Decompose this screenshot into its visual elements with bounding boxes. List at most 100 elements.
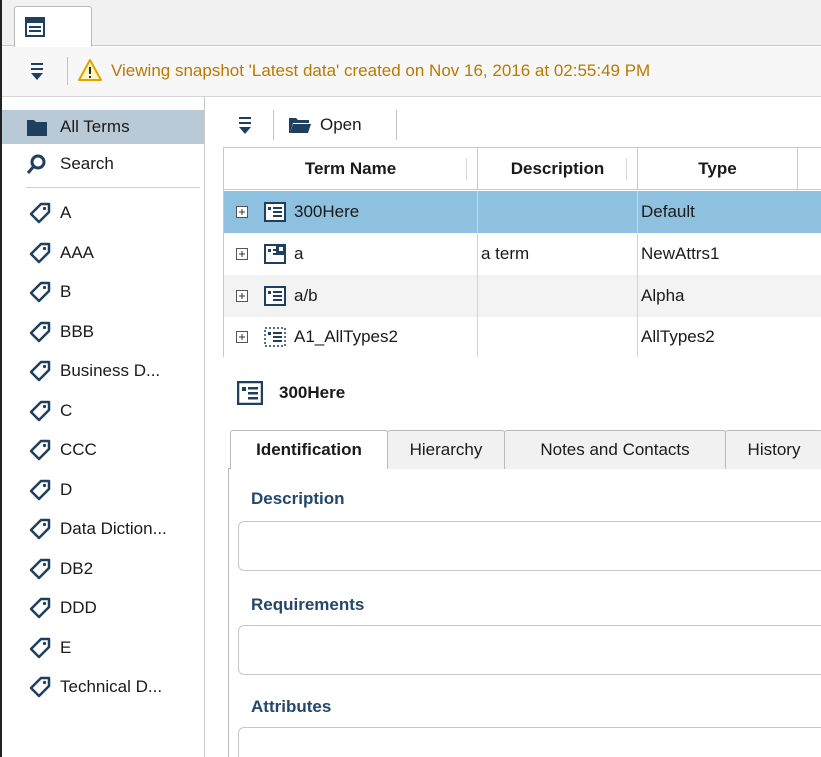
identification-panel: Description Requirements Attributes xyxy=(228,469,821,757)
tag-icon xyxy=(29,242,51,264)
term-name: A1_AllTypes2 xyxy=(294,327,398,346)
description-cell: a term xyxy=(478,233,638,275)
column-header-label: Description xyxy=(510,159,605,178)
detail-title: 300Here xyxy=(279,383,346,402)
open-folder-icon xyxy=(289,118,311,133)
column-header-label: Term Name xyxy=(304,159,397,178)
sidebar-item-search[interactable]: Search xyxy=(2,147,204,181)
tag-icon xyxy=(29,597,51,619)
tag-label: Data Diction... xyxy=(60,519,167,538)
table-row[interactable]: a a term NewAttrs1 xyxy=(224,233,821,275)
description-cell xyxy=(478,317,638,357)
table-row[interactable]: a/b Alpha xyxy=(224,275,821,317)
sidebar-tag-item[interactable]: B xyxy=(2,275,204,309)
tag-label: DB2 xyxy=(60,559,94,578)
glossary-view-icon xyxy=(25,17,45,37)
type-cell: Default xyxy=(638,191,821,233)
sidebar-divider xyxy=(26,187,200,188)
sidebar-tag-item[interactable]: AAA xyxy=(2,236,204,270)
sidebar-tag-item[interactable]: D xyxy=(2,473,204,507)
tag-label: BBB xyxy=(60,322,95,341)
type-text: Default xyxy=(641,202,695,221)
sidebar-tag-item[interactable]: CCC xyxy=(2,433,204,467)
expand-icon[interactable] xyxy=(236,206,248,218)
snapshot-bar: Viewing snapshot 'Latest data' created o… xyxy=(2,47,821,97)
description-section-label: Description xyxy=(251,489,345,508)
menu-icon[interactable] xyxy=(30,60,44,82)
terms-toolbar: Open xyxy=(206,104,821,146)
open-button[interactable]: Open xyxy=(284,110,366,140)
term-name-cell: A1_AllTypes2 xyxy=(224,317,478,357)
view-tab-strip xyxy=(2,0,821,47)
term-icon xyxy=(264,202,286,222)
sidebar-tag-item[interactable]: C xyxy=(2,394,204,428)
tag-icon xyxy=(29,637,51,659)
term-name: 300Here xyxy=(294,202,360,221)
type-text: Alpha xyxy=(641,286,685,305)
tab-history[interactable]: History xyxy=(725,430,821,470)
type-text: AllTypes2 xyxy=(641,327,715,346)
glossary-view-tab[interactable] xyxy=(14,6,92,47)
description-cell xyxy=(478,275,638,317)
attributes-field[interactable] xyxy=(238,727,821,757)
search-icon xyxy=(26,154,46,174)
column-header-type[interactable]: Type xyxy=(638,148,798,190)
term-locked-icon xyxy=(264,244,286,264)
sidebar-item-all-terms[interactable]: All Terms xyxy=(2,110,204,144)
requirements-field[interactable] xyxy=(238,625,821,675)
table-row[interactable]: A1_AllTypes2 AllTypes2 xyxy=(224,317,821,357)
toolbar-separator xyxy=(67,57,68,85)
column-resize-handle[interactable] xyxy=(466,158,467,180)
tag-label: E xyxy=(60,638,72,657)
tag-label: B xyxy=(60,282,72,301)
type-cell: AllTypes2 xyxy=(638,317,821,357)
detail-tabs: Identification Hierarchy Notes and Conta… xyxy=(228,430,821,470)
tab-label: Notes and Contacts xyxy=(540,440,690,459)
sidebar-tag-item[interactable]: DB2 xyxy=(2,552,204,586)
sidebar-tag-item[interactable]: Technical D... xyxy=(2,670,204,704)
description-text: a term xyxy=(481,244,530,263)
sidebar-tag-item[interactable]: DDD xyxy=(2,591,204,625)
tag-icon xyxy=(29,400,51,422)
sidebar-tag-item[interactable]: BBB xyxy=(2,315,204,349)
term-name: a/b xyxy=(294,286,318,305)
column-header-description[interactable]: Description xyxy=(478,148,638,190)
tab-hierarchy[interactable]: Hierarchy xyxy=(387,430,505,470)
sidebar-tag-item[interactable]: Business D... xyxy=(2,354,204,388)
type-cell: NewAttrs1 xyxy=(638,233,821,275)
type-text: NewAttrs1 xyxy=(641,244,720,263)
menu-icon[interactable] xyxy=(238,114,252,136)
term-icon xyxy=(237,381,263,405)
tab-identification[interactable]: Identification xyxy=(230,430,388,470)
sidebar-item-label: Search xyxy=(60,154,114,173)
terms-table: Term Name Description Type 300Here Defau… xyxy=(223,147,821,357)
folder-icon xyxy=(27,120,47,136)
tag-label: DDD xyxy=(60,598,97,617)
tag-icon xyxy=(29,518,51,540)
tag-label: Business D... xyxy=(60,361,161,380)
column-resize-handle[interactable] xyxy=(626,158,627,180)
sidebar-tag-item[interactable]: E xyxy=(2,631,204,665)
tag-icon xyxy=(29,558,51,580)
tab-label: Hierarchy xyxy=(409,440,483,459)
tag-label: A xyxy=(60,203,72,222)
column-header-term-name[interactable]: Term Name xyxy=(224,148,478,190)
tab-notes-and-contacts[interactable]: Notes and Contacts xyxy=(504,430,726,470)
snapshot-message: Viewing snapshot 'Latest data' created o… xyxy=(111,61,651,80)
tag-icon xyxy=(29,202,51,224)
warning-icon xyxy=(78,59,102,81)
toolbar-separator xyxy=(396,110,397,140)
description-field[interactable] xyxy=(238,521,821,571)
sidebar-tag-item[interactable]: A xyxy=(2,196,204,230)
table-row[interactable]: 300Here Default xyxy=(224,191,821,233)
detail-header: 300Here xyxy=(237,378,345,408)
sidebar-tag-item[interactable]: Data Diction... xyxy=(2,512,204,546)
term-name: a xyxy=(294,244,304,263)
requirements-section-label: Requirements xyxy=(251,595,365,614)
term-icon xyxy=(264,286,286,306)
expand-icon[interactable] xyxy=(236,248,248,260)
tag-icon xyxy=(29,479,51,501)
expand-icon[interactable] xyxy=(236,290,248,302)
expand-icon[interactable] xyxy=(236,331,248,343)
term-name-cell: a/b xyxy=(224,275,478,317)
